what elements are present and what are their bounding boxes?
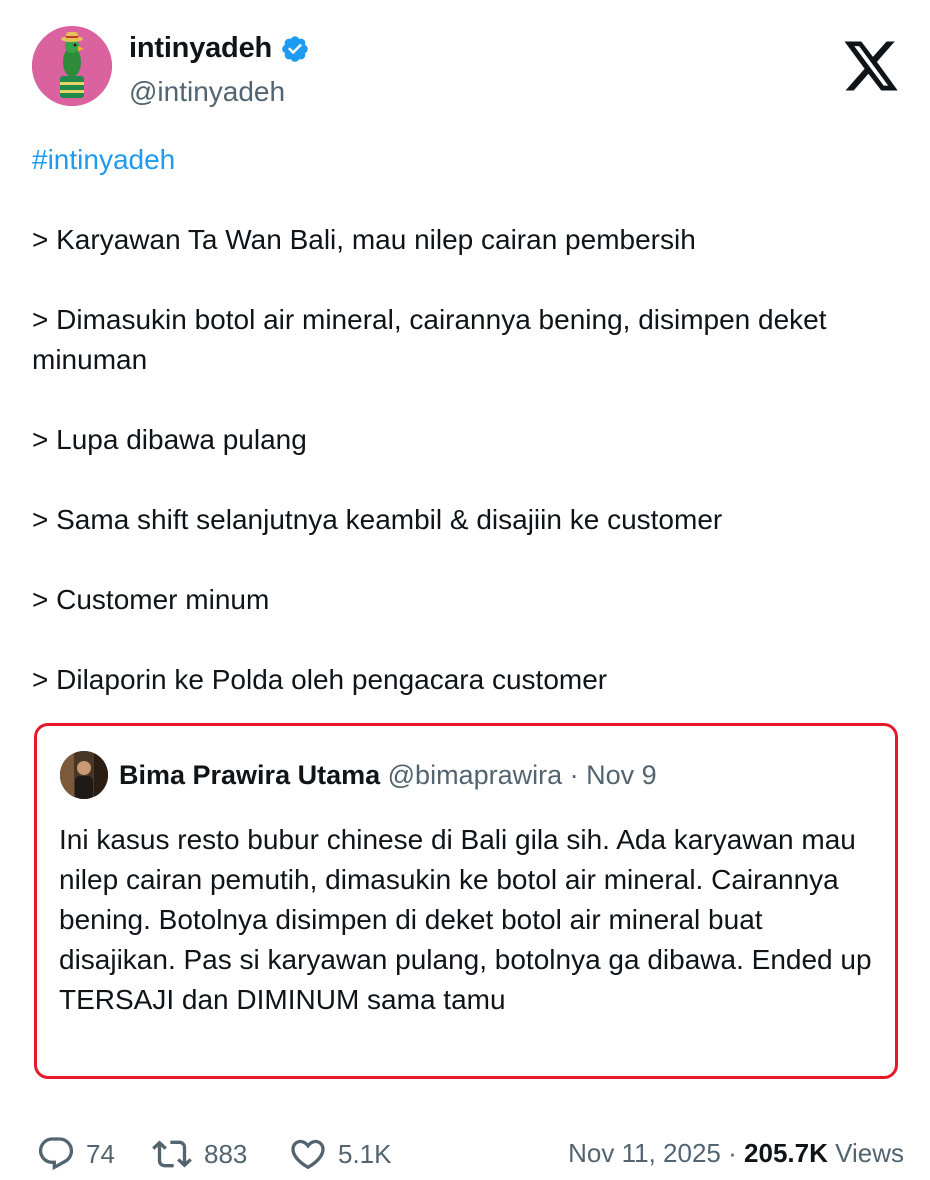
post-line: > Dilaporin ke Polda oleh pengacara cust… bbox=[32, 664, 608, 695]
quoted-post-text: Ini kasus resto bubur chinese di Bali gi… bbox=[59, 824, 872, 1015]
quoted-post-meta: Bima Prawira Utama @bimaprawira · Nov 9 bbox=[119, 760, 657, 791]
quoted-author-avatar[interactable] bbox=[60, 751, 108, 799]
quoted-author-name[interactable]: Bima Prawira Utama bbox=[119, 760, 380, 790]
x-logo-icon[interactable] bbox=[844, 40, 900, 92]
post-line: > Sama shift selanjutnya keambil & disaj… bbox=[32, 504, 723, 535]
author-display-name[interactable]: intinyadeh bbox=[129, 32, 272, 65]
post-body: #intinyadeh > Karyawan Ta Wan Bali, mau … bbox=[32, 140, 902, 700]
like-button[interactable]: 5.1K bbox=[288, 1134, 392, 1174]
reply-count: 74 bbox=[86, 1138, 115, 1169]
reply-button[interactable]: 74 bbox=[36, 1134, 115, 1174]
verified-badge-icon bbox=[280, 34, 310, 64]
post-line: > Lupa dibawa pulang bbox=[32, 424, 307, 455]
post-line: > Dimasukin botol air mineral, cairannya… bbox=[32, 304, 827, 375]
post-timestamp[interactable]: Nov 11, 2025 bbox=[568, 1138, 721, 1168]
quoted-post-date[interactable]: Nov 9 bbox=[586, 760, 657, 790]
author-name-row: intinyadeh bbox=[129, 32, 310, 65]
quoted-author-handle[interactable]: @bimaprawira bbox=[388, 760, 562, 790]
reply-icon bbox=[38, 1137, 74, 1171]
views-count: 205.7K bbox=[744, 1138, 828, 1168]
author-avatar[interactable] bbox=[32, 26, 112, 106]
meta-separator: · bbox=[728, 1138, 737, 1168]
like-count: 5.1K bbox=[338, 1138, 392, 1169]
hashtag-link[interactable]: #intinyadeh bbox=[32, 140, 902, 180]
post-header: intinyadeh @intinyadeh bbox=[32, 26, 904, 110]
quoted-post-card[interactable]: Bima Prawira Utama @bimaprawira · Nov 9 … bbox=[34, 723, 898, 1079]
repost-icon bbox=[152, 1140, 192, 1168]
heart-icon bbox=[291, 1139, 325, 1170]
post-line: > Customer minum bbox=[32, 584, 270, 615]
post-line: > Karyawan Ta Wan Bali, mau nilep cairan… bbox=[32, 224, 696, 255]
author-handle[interactable]: @intinyadeh bbox=[129, 76, 285, 108]
repost-count: 883 bbox=[204, 1138, 248, 1169]
parrot-avatar-icon bbox=[32, 26, 112, 106]
post-footer: 74 883 5.1K Nov 11, 2025 · 205.7K Views bbox=[32, 1128, 904, 1176]
views-label: Views bbox=[835, 1138, 904, 1168]
repost-button[interactable]: 883 bbox=[150, 1134, 247, 1174]
post-timestamp-views: Nov 11, 2025 · 205.7K Views bbox=[568, 1138, 904, 1169]
meta-separator: · bbox=[569, 760, 579, 790]
person-avatar-icon bbox=[60, 751, 108, 799]
